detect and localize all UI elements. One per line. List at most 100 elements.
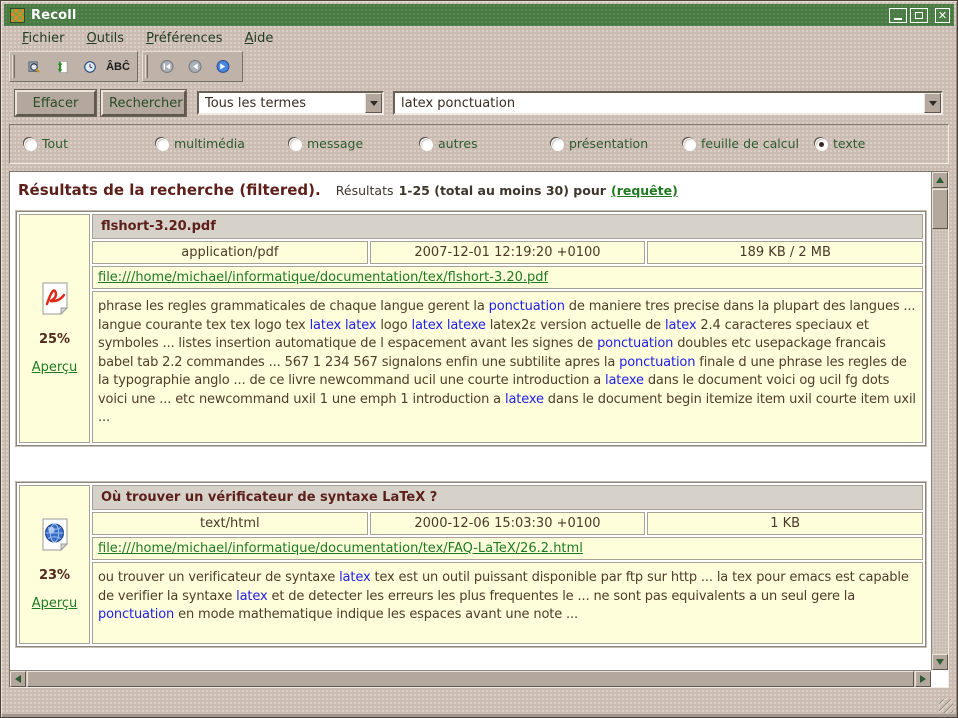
resize-grip[interactable] [939, 699, 953, 713]
window-bottom-edge [2, 714, 956, 717]
result-url-cell: file:///home/michael/informatique/docume… [92, 266, 923, 289]
result-meta-row: text/html 2000-12-06 15:03:30 +0100 1 KB [92, 512, 923, 535]
window-title: Recoll [31, 8, 77, 23]
results-gap [14, 446, 929, 482]
preview-link[interactable]: Aperçu [32, 360, 78, 375]
radio-icon[interactable] [551, 138, 563, 150]
results-header: Résultats de la recherche (filtered). Ré… [18, 180, 929, 199]
filter-radio-tout[interactable]: Tout [24, 136, 68, 151]
result-mime: text/html [92, 512, 368, 535]
search-mode-value: Tous les termes [199, 96, 365, 111]
filter-radio-texte[interactable]: texte [815, 136, 865, 151]
search-row: Effacer Rechercher Tous les termes [1, 89, 957, 117]
result-mime: application/pdf [92, 241, 368, 264]
arrow-up-icon [936, 177, 944, 183]
document-history-icon[interactable] [77, 54, 103, 79]
result-url-cell: file:///home/michael/informatique/docume… [92, 537, 923, 560]
category-filter-frame: Tout multimédia message autres présentat… [9, 124, 949, 164]
results-count: 1-25 (total au moins 30) pour [399, 183, 606, 198]
result-snippet: ou trouver un verificateur de syntaxe la… [92, 562, 923, 644]
go-first-page-icon[interactable] [154, 54, 180, 79]
filter-radio-multimedia[interactable]: multimédia [156, 136, 245, 151]
go-previous-page-icon[interactable] [182, 54, 208, 79]
menu-fichier[interactable]: Fichier [13, 30, 74, 47]
scroll-right-button[interactable] [915, 671, 931, 687]
pdf-file-icon [40, 282, 70, 319]
menu-outils[interactable]: Outils [78, 30, 134, 47]
scroll-down-button[interactable] [932, 654, 948, 670]
recoll-app-icon [10, 8, 25, 23]
radio-icon[interactable] [289, 138, 301, 150]
titlebar[interactable]: Recoll ✕ [4, 4, 954, 26]
menu-preferences[interactable]: Préférences [137, 30, 231, 47]
vertical-scrollbar[interactable] [931, 172, 948, 670]
result-title: flshort-3.20.pdf [101, 219, 216, 234]
relevance-percent: 25% [39, 332, 70, 347]
search-query-combobox[interactable] [393, 91, 943, 115]
arrow-down-icon [936, 659, 944, 665]
filter-radio-autres[interactable]: autres [420, 136, 478, 151]
preview-link[interactable]: Aperçu [32, 596, 78, 611]
radio-icon[interactable] [815, 138, 827, 150]
chevron-down-icon[interactable] [365, 93, 382, 113]
term-explorer-icon[interactable]: ÂBĈ [105, 54, 131, 79]
go-next-page-icon[interactable] [210, 54, 236, 79]
recoll-window: Recoll ✕ Fichier Outils Préférences Aide [0, 0, 958, 718]
search-button[interactable]: Rechercher [101, 90, 186, 116]
search-input[interactable] [395, 96, 924, 111]
maximize-icon [915, 12, 923, 19]
radio-icon[interactable] [24, 138, 36, 150]
result-row-2: 23% Aperçu Où trouver un vérificateur de… [16, 482, 926, 647]
scroll-left-button[interactable] [10, 671, 26, 687]
arrow-right-icon [920, 675, 926, 683]
result-title-bar: Où trouver un vérificateur de syntaxe La… [92, 485, 923, 510]
result-side-panel: 23% Aperçu [19, 485, 90, 644]
result-date: 2007-12-01 12:19:20 +0100 [370, 241, 646, 264]
menu-aide[interactable]: Aide [236, 30, 283, 47]
result-title: Où trouver un vérificateur de syntaxe La… [101, 490, 437, 505]
result-meta-row: application/pdf 2007-12-01 12:19:20 +010… [92, 241, 923, 264]
filter-radio-feuille-de-calcul[interactable]: feuille de calcul [683, 136, 799, 151]
result-side-panel: 25% Aperçu [19, 214, 90, 443]
chevron-down-icon[interactable] [924, 93, 941, 113]
result-size: 1 KB [647, 512, 923, 535]
radio-icon[interactable] [683, 138, 695, 150]
filter-radio-message[interactable]: message [289, 136, 363, 151]
result-url-link[interactable]: file:///home/michael/informatique/docume… [98, 541, 583, 556]
results-list: Résultats de la recherche (filtered). Ré… [10, 172, 931, 670]
horizontal-scrollbar[interactable] [10, 670, 931, 687]
result-snippet: phrase les regles grammaticales de chaqu… [92, 291, 923, 443]
radio-icon[interactable] [420, 138, 432, 150]
toolbar-grip[interactable] [12, 55, 15, 78]
results-count-prefix: Résultats [336, 183, 394, 198]
toolbar-grip[interactable] [145, 55, 148, 78]
result-url-link[interactable]: file:///home/michael/informatique/docume… [98, 270, 548, 285]
sort-parameters-icon[interactable] [49, 54, 75, 79]
clear-button[interactable]: Effacer [15, 90, 96, 116]
window-controls: ✕ [889, 8, 950, 23]
vertical-scrollbar-thumb[interactable] [932, 189, 948, 229]
minimize-icon [894, 18, 902, 20]
arrow-left-icon [15, 675, 21, 683]
toolbar: ÂBĈ [9, 51, 243, 82]
toolbar-group-nav [142, 51, 243, 82]
results-title: Résultats de la recherche (filtered). [18, 181, 321, 199]
radio-icon[interactable] [156, 138, 168, 150]
result-row-1: 25% Aperçu flshort-3.20.pdf application/… [16, 211, 926, 446]
result-title-bar: flshort-3.20.pdf [92, 214, 923, 239]
scroll-up-button[interactable] [932, 172, 948, 188]
search-mode-select[interactable]: Tous les termes [197, 91, 384, 115]
query-link[interactable]: (requête) [611, 183, 678, 198]
close-button[interactable]: ✕ [935, 8, 950, 23]
minimize-button[interactable] [889, 8, 907, 23]
close-icon: ✕ [938, 10, 947, 21]
html-file-icon [40, 518, 70, 555]
result-date: 2000-12-06 15:03:30 +0100 [370, 512, 646, 535]
maximize-button[interactable] [910, 8, 928, 23]
filter-radio-presentation[interactable]: présentation [551, 136, 648, 151]
toolbar-group-tools: ÂBĈ [9, 51, 138, 82]
result-size: 189 KB / 2 MB [647, 241, 923, 264]
advanced-search-icon[interactable] [21, 54, 47, 79]
horizontal-scrollbar-thumb[interactable] [27, 671, 914, 687]
menubar: Fichier Outils Préférences Aide [5, 28, 953, 49]
